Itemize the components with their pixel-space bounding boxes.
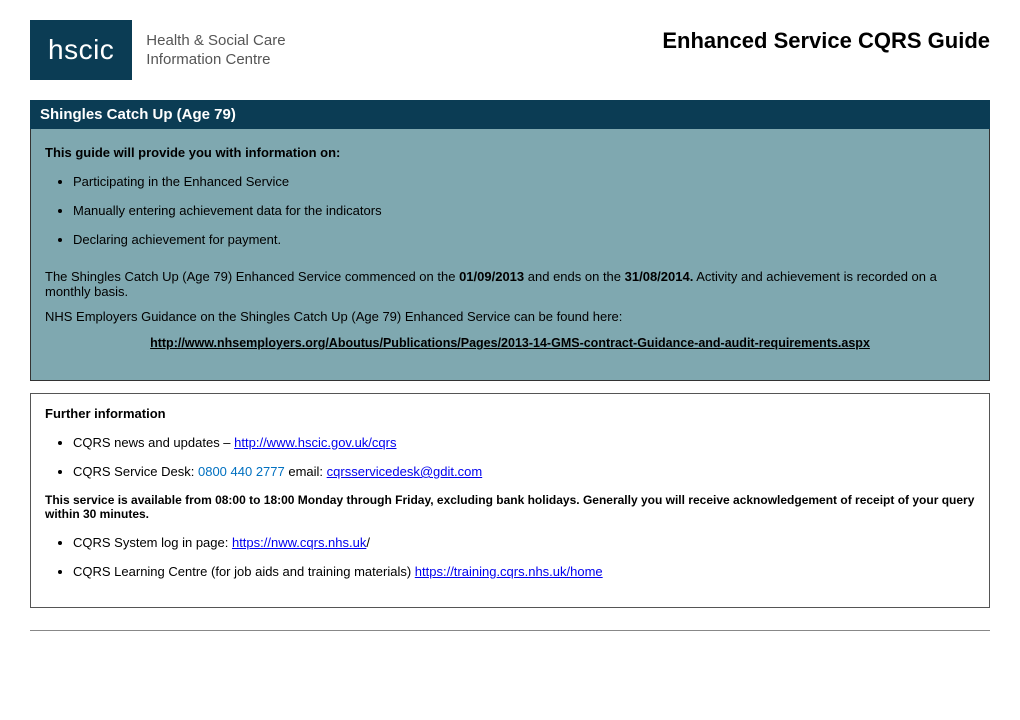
logo-line2: Information Centre [146, 50, 285, 70]
further-box: Further information CQRS news and update… [30, 393, 990, 608]
further-item-news: CQRS news and updates – http://www.hscic… [73, 435, 975, 450]
intro-date2: 31/08/2014. [625, 269, 694, 284]
intro-para1-pre: The Shingles Catch Up (Age 79) Enhanced … [45, 269, 459, 284]
cqrs-login-link[interactable]: https://nww.cqrs.nhs.uk [232, 535, 366, 550]
section-title-bar: Shingles Catch Up (Age 79) [30, 100, 990, 129]
intro-para1: The Shingles Catch Up (Age 79) Enhanced … [45, 269, 975, 299]
intro-para2: NHS Employers Guidance on the Shingles C… [45, 309, 975, 324]
intro-bullet: Participating in the Enhanced Service [73, 174, 975, 189]
intro-lead: This guide will provide you with informa… [45, 145, 975, 160]
further-list-bottom: CQRS System log in page: https://nww.cqr… [73, 535, 975, 579]
further-item-learning: CQRS Learning Centre (for job aids and t… [73, 564, 975, 579]
service-desk-phone: 0800 440 2777 [198, 464, 285, 479]
service-desk-email-link[interactable]: cqrsservicedesk@gdit.com [327, 464, 483, 479]
further-item2-prefix: CQRS Service Desk: [73, 464, 198, 479]
intro-para1-mid: and ends on the [524, 269, 624, 284]
further-item2-email-label: email: [285, 464, 327, 479]
footer-rule [30, 630, 990, 631]
logo-block: hscic Health & Social Care Information C… [30, 20, 286, 80]
further-item1-prefix: CQRS news and updates – [73, 435, 234, 450]
intro-bullet: Manually entering achievement data for t… [73, 203, 975, 218]
page-title: Enhanced Service CQRS Guide [662, 28, 990, 54]
further-item-servicedesk: CQRS Service Desk: 0800 440 2777 email: … [73, 464, 975, 479]
further-item3-suffix: / [366, 535, 370, 550]
intro-bullet: Declaring achievement for payment. [73, 232, 975, 247]
further-item3-prefix: CQRS System log in page: [73, 535, 232, 550]
further-lead: Further information [45, 406, 975, 421]
further-item-login: CQRS System log in page: https://nww.cqr… [73, 535, 975, 550]
header: hscic Health & Social Care Information C… [30, 20, 990, 80]
intro-link[interactable]: http://www.nhsemployers.org/Aboutus/Publ… [45, 336, 975, 350]
further-item4-prefix: CQRS Learning Centre (for job aids and t… [73, 564, 415, 579]
further-list-top: CQRS news and updates – http://www.hscic… [73, 435, 975, 479]
intro-date1: 01/09/2013 [459, 269, 524, 284]
cqrs-learning-link[interactable]: https://training.cqrs.nhs.uk/home [415, 564, 603, 579]
logo-text: Health & Social Care Information Centre [146, 31, 285, 70]
logo-box: hscic [30, 20, 132, 80]
intro-box: This guide will provide you with informa… [30, 129, 990, 381]
logo-line1: Health & Social Care [146, 31, 285, 51]
availability-note: This service is available from 08:00 to … [45, 493, 975, 521]
intro-bullets: Participating in the Enhanced Service Ma… [73, 174, 975, 247]
cqrs-news-link[interactable]: http://www.hscic.gov.uk/cqrs [234, 435, 396, 450]
